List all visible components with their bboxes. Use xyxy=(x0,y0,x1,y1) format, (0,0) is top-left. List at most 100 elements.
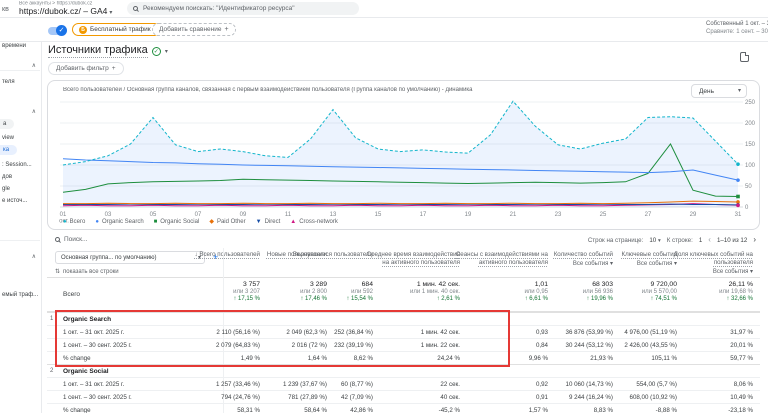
table-row-totals[interactable]: Всего3 757или 3 207↑ 17,15 %3 289или 2 8… xyxy=(47,278,760,312)
svg-text:100: 100 xyxy=(745,163,756,169)
table-row[interactable]: 1 сент. – 30 сент. 2025 г.2 079 (64,83 %… xyxy=(47,338,760,351)
svg-text:19: 19 xyxy=(465,212,472,218)
add-filter-button[interactable]: Добавить фильтр + xyxy=(48,62,124,75)
sidebar-item[interactable]: е источ... xyxy=(2,198,27,204)
compare-date-range: Сравните: 1 сент. – 30 сент. 2025 г. xyxy=(706,29,768,35)
legend-item[interactable]: ■Organic Social xyxy=(154,219,200,225)
table-cell: 26,11 %или 19,68 %↑ 32,66 % xyxy=(643,278,753,311)
sidebar-item[interactable]: view xyxy=(2,135,14,141)
table-row-group[interactable]: 2Organic Social xyxy=(47,364,760,377)
table-row[interactable]: % change58,31 %58,64 %42,86 %-45,2 %1,57… xyxy=(47,403,760,413)
sidebar-item[interactable]: gle xyxy=(2,186,10,192)
column-filter[interactable]: Все события ▾ xyxy=(657,269,753,277)
sidebar-collapse-icon[interactable]: ∧ xyxy=(32,108,36,115)
legend-item[interactable]: ●Всего xyxy=(63,219,85,225)
table-row[interactable]: 1 окт. – 31 окт. 2025 г.1 257 (33,46 %)1… xyxy=(47,377,760,390)
property-switcher[interactable]: https://dubok.cz/ – GA4▾ xyxy=(19,6,112,16)
table-row[interactable]: 1 окт. – 31 окт. 2025 г.2 110 (56,16 %)2… xyxy=(47,325,760,338)
table-cell: 20,01 % xyxy=(643,339,753,351)
legend-item[interactable]: ●Organic Search xyxy=(95,219,143,225)
rows-per-page-select[interactable]: 10 ▾ xyxy=(649,237,660,244)
svg-text:25: 25 xyxy=(600,212,607,218)
legend-item[interactable]: ▼Direct xyxy=(256,219,281,225)
chart-card: Всего пользователей / Основная группа ка… xyxy=(47,80,760,230)
add-comparison-chip[interactable]: Добавить сравнение + xyxy=(152,23,236,36)
report-header: Источники трафика ✓ ▾ xyxy=(48,44,168,58)
table-header-row: Основная группа... по умолчанию) ▾ + ⇅ п… xyxy=(47,248,760,278)
sidebar-collapse-icon[interactable]: ∧ xyxy=(32,253,36,260)
svg-text:250: 250 xyxy=(745,100,756,106)
sidebar-item[interactable]: ка xyxy=(0,145,17,155)
page-title[interactable]: Источники трафика xyxy=(48,44,148,58)
svg-text:23: 23 xyxy=(555,212,562,218)
totals-label: Всего xyxy=(63,278,80,312)
svg-text:17: 17 xyxy=(420,212,427,218)
ga4-app: { "icons": {"caret_down":"▾","close":"✕"… xyxy=(0,0,768,413)
sidebar-collapse-icon[interactable]: ∧ xyxy=(32,62,36,69)
toggle-check-icon: ✓ xyxy=(56,25,67,36)
legend-marker-icon: ● xyxy=(63,219,67,225)
table-search-input[interactable]: Поиск... xyxy=(55,236,87,243)
sidebar-item[interactable]: : Session... xyxy=(2,162,32,168)
table-cell: 31,97 % xyxy=(643,326,753,338)
legend-marker-icon: ◆ xyxy=(209,218,214,225)
sidebar-item[interactable]: теля xyxy=(2,79,15,85)
chart-svg: 0501001502002500103050709111315171921232… xyxy=(48,81,761,231)
comparison-toggle[interactable]: ✓ xyxy=(48,27,65,35)
column-header-label: Доля ключевых событий на пользователя xyxy=(674,251,753,266)
legend-marker-icon: ● xyxy=(95,219,99,225)
prev-page-icon[interactable]: ‹ xyxy=(708,236,711,244)
table-toolbar: Поиск... Строк на странице: 10 ▾ К строк… xyxy=(47,232,760,248)
plus-icon: + xyxy=(112,65,116,72)
cell-change-value: ↑ 32,66 % xyxy=(643,296,753,302)
sidebar-item[interactable]: емый траф... xyxy=(2,292,38,298)
free-traffic-chip-label: Бесплатный трафик xyxy=(90,26,151,33)
svg-text:0: 0 xyxy=(745,205,749,211)
add-comparison-label: Добавить сравнение xyxy=(159,26,222,33)
table-cell: -23,18 % xyxy=(643,404,753,413)
svg-text:200: 200 xyxy=(745,121,756,127)
svg-text:27: 27 xyxy=(645,212,652,218)
svg-text:150: 150 xyxy=(745,142,756,148)
expand-icon: ⇅ xyxy=(55,268,60,275)
rows-per-page-label: Строк на странице: xyxy=(588,237,644,244)
table-pagination: Строк на странице: 10 ▾ К строке: 1 ‹ 1–… xyxy=(588,236,756,244)
show-all-rows-button[interactable]: ⇅ показать все строки xyxy=(55,268,119,275)
legend-label: Paid Other xyxy=(217,219,246,225)
legend-label: Cross-network xyxy=(299,219,338,225)
insights-icon[interactable] xyxy=(740,52,749,62)
svg-text:31: 31 xyxy=(735,212,742,218)
table-cell: 8,06 % xyxy=(643,378,753,390)
svg-text:29: 29 xyxy=(690,212,697,218)
add-filter-label: Добавить фильтр xyxy=(56,65,109,72)
pagination-range: 1–10 из 12 xyxy=(717,237,747,244)
sidebar-divider xyxy=(0,240,40,241)
sidebar-item[interactable]: дов xyxy=(2,174,12,180)
table-row[interactable]: % change1,49 %1,64 %8,62 %24,24 %9,96 %2… xyxy=(47,351,760,364)
legend-label: Direct xyxy=(265,219,281,225)
sidebar-item[interactable]: времени xyxy=(2,43,26,49)
global-search-input[interactable]: Рекомендуем поискать: "Идентификатор рес… xyxy=(127,2,359,15)
legend-marker-icon: ▲ xyxy=(290,219,296,225)
chevron-down-icon: ▾ xyxy=(109,10,112,16)
sidebar-divider xyxy=(0,70,40,71)
legend-marker-icon: ▼ xyxy=(256,219,262,225)
legend-label: Organic Social xyxy=(160,219,199,225)
legend-item[interactable]: ▲Cross-network xyxy=(290,219,338,225)
svg-text:50: 50 xyxy=(745,184,752,190)
chart-legend: ●Всего●Organic Search■Organic Social◆Pai… xyxy=(63,218,338,225)
next-page-icon[interactable]: › xyxy=(753,236,756,244)
own-date-range: Собственный 1 окт. – 31 окт. 2025 г. xyxy=(706,21,768,27)
table-row-group[interactable]: 1Organic Search xyxy=(47,312,760,325)
goto-row-input[interactable]: 1 xyxy=(699,237,702,244)
legend-item[interactable]: ◆Paid Other xyxy=(209,218,245,225)
column-header[interactable]: Доля ключевых событий на пользователя Все… xyxy=(657,251,753,277)
chevron-down-icon[interactable]: ▾ xyxy=(165,48,168,55)
search-icon xyxy=(133,6,138,11)
cell-value: 26,11 % xyxy=(643,281,753,288)
legend-label: Organic Search xyxy=(102,219,144,225)
table-row[interactable]: 1 сент. – 30 сент. 2025 г.794 (24,76 %)7… xyxy=(47,390,760,403)
top-app-bar: кв Все аккаунты > https://dubok.cz https… xyxy=(0,0,768,18)
sidebar-item[interactable]: а xyxy=(0,119,14,129)
chevron-down-icon: ▾ xyxy=(658,238,661,244)
